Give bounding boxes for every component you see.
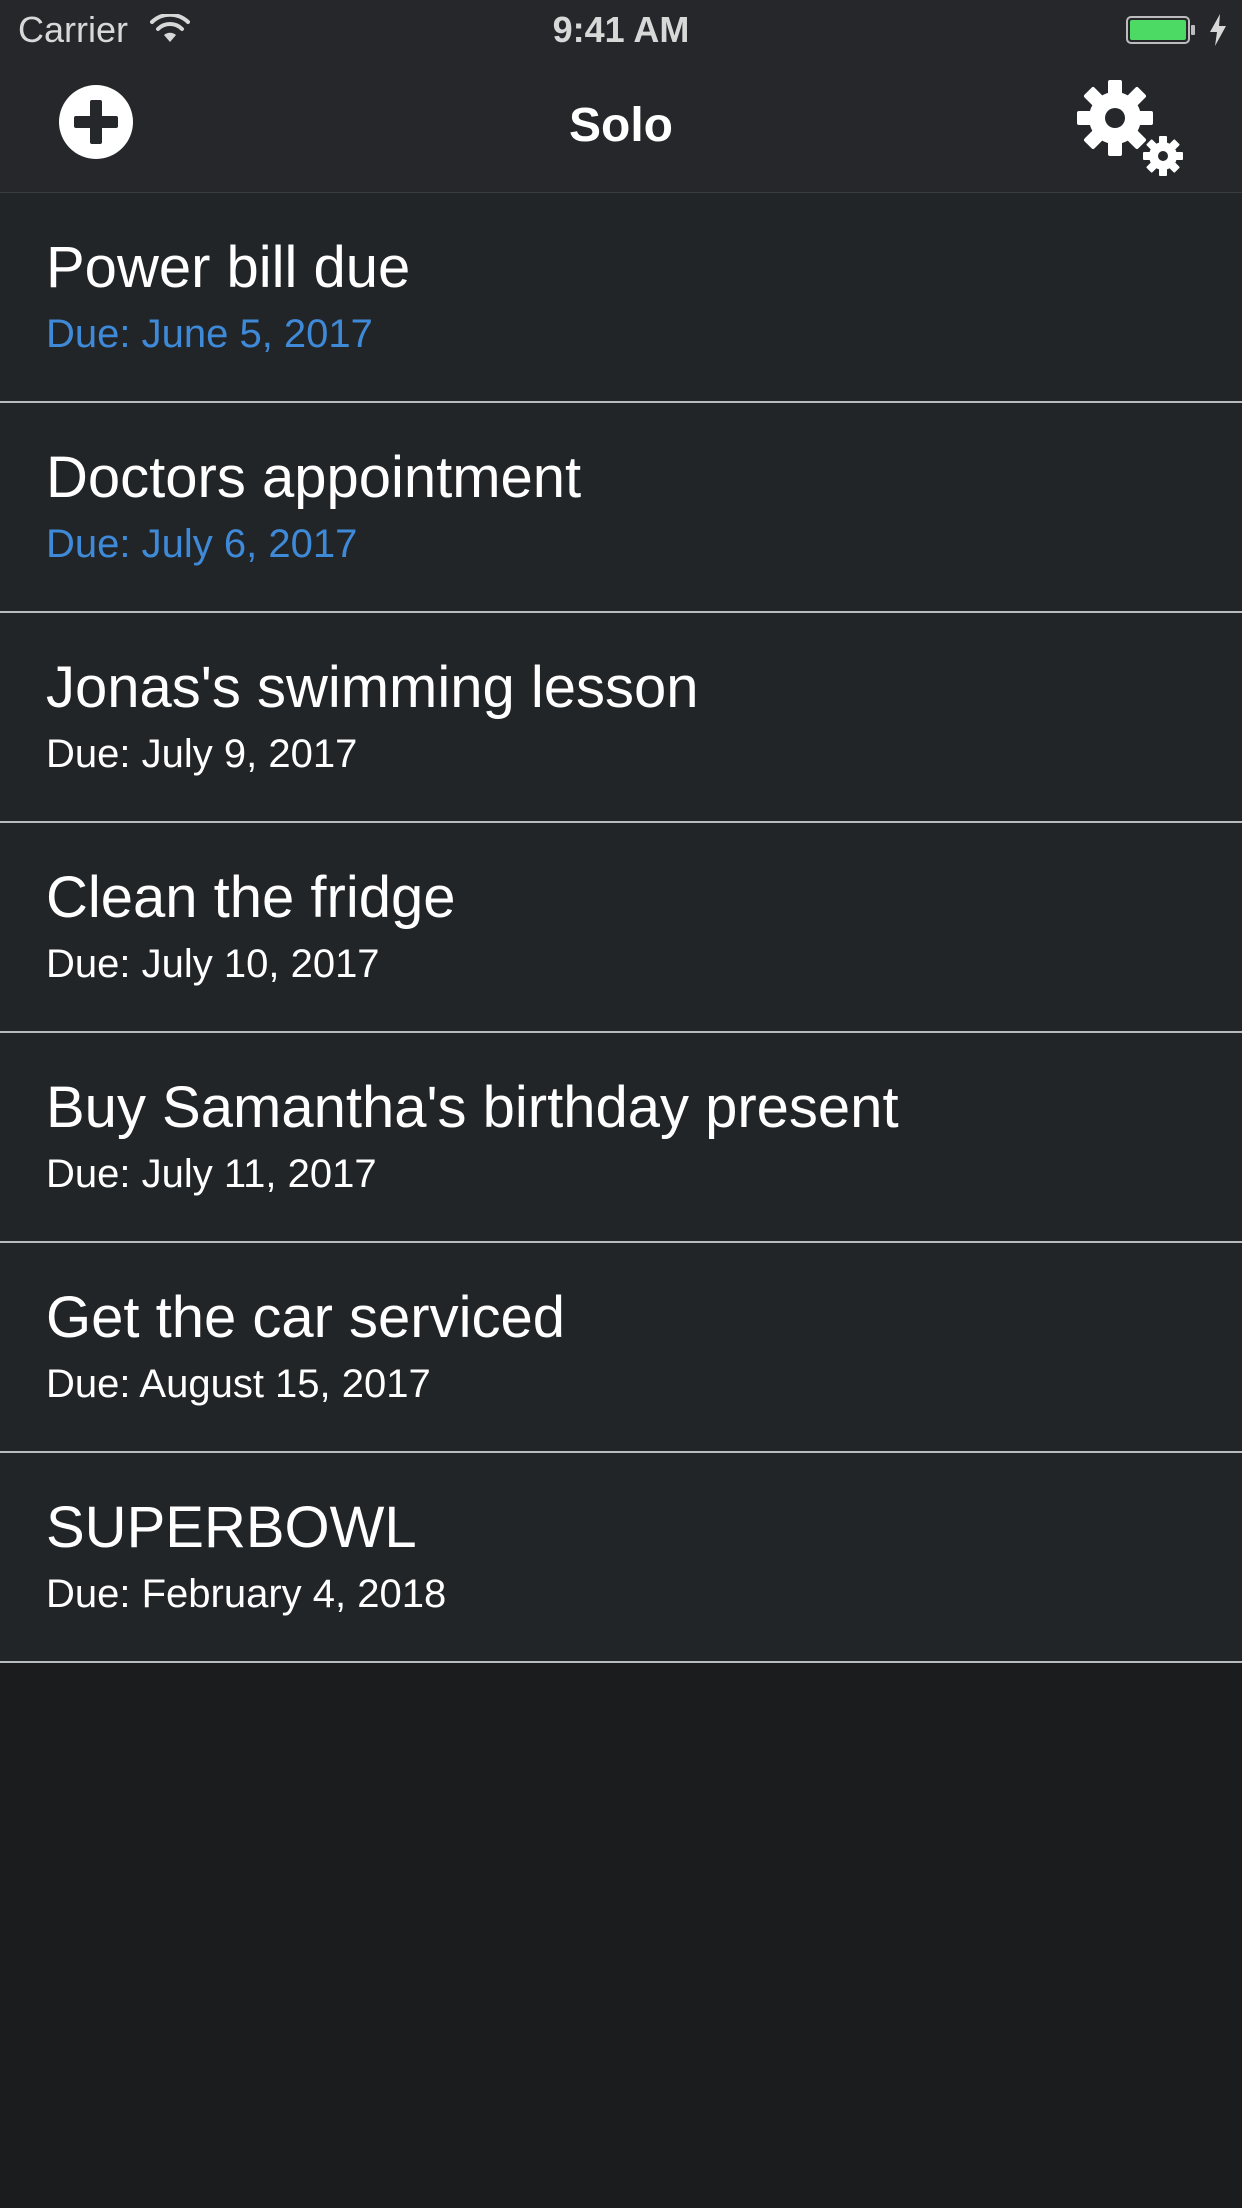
task-title: Power bill due — [46, 235, 411, 300]
task-row[interactable]: Get the car serviced Due: August 15, 201… — [0, 1243, 1242, 1453]
task-title: Clean the fridge — [46, 865, 456, 930]
navigation-bar: Solo — [0, 60, 1242, 193]
task-title: Jonas's swimming lesson — [46, 655, 699, 720]
task-row[interactable]: Clean the fridge Due: July 10, 2017 — [0, 823, 1242, 1033]
task-title: Get the car serviced — [46, 1285, 565, 1350]
task-due-date: Due: July 10, 2017 — [46, 942, 380, 986]
task-due-date: Due: February 4, 2018 — [46, 1572, 447, 1616]
task-list: Power bill due Due: June 5, 2017 Doctors… — [0, 193, 1242, 1663]
task-due-date: Due: July 9, 2017 — [46, 732, 358, 776]
settings-button[interactable] — [1075, 78, 1185, 178]
task-title: Buy Samantha's birthday present — [46, 1075, 899, 1140]
charging-bolt-icon — [1210, 14, 1226, 46]
task-due-date: Due: July 11, 2017 — [46, 1152, 377, 1196]
task-row[interactable]: Buy Samantha's birthday present Due: Jul… — [0, 1033, 1242, 1243]
task-row[interactable]: Doctors appointment Due: July 6, 2017 — [0, 403, 1242, 613]
task-due-date: Due: August 15, 2017 — [46, 1362, 431, 1406]
task-title: Doctors appointment — [46, 445, 582, 510]
task-row[interactable]: SUPERBOWL Due: February 4, 2018 — [0, 1453, 1242, 1663]
task-title: SUPERBOWL — [46, 1495, 417, 1560]
task-due-date: Due: June 5, 2017 — [46, 312, 373, 356]
task-row[interactable]: Jonas's swimming lesson Due: July 9, 201… — [0, 613, 1242, 823]
battery-icon — [1126, 16, 1195, 44]
small-gear-icon — [1143, 136, 1183, 176]
status-time: 9:41 AM — [552, 9, 690, 50]
status-bar: Carrier 9:41 AM — [0, 0, 1242, 60]
task-row[interactable]: Power bill due Due: June 5, 2017 — [0, 193, 1242, 403]
page-title: Solo — [569, 99, 673, 152]
gear-icon — [1077, 80, 1153, 156]
task-due-date: Due: July 6, 2017 — [46, 522, 358, 566]
